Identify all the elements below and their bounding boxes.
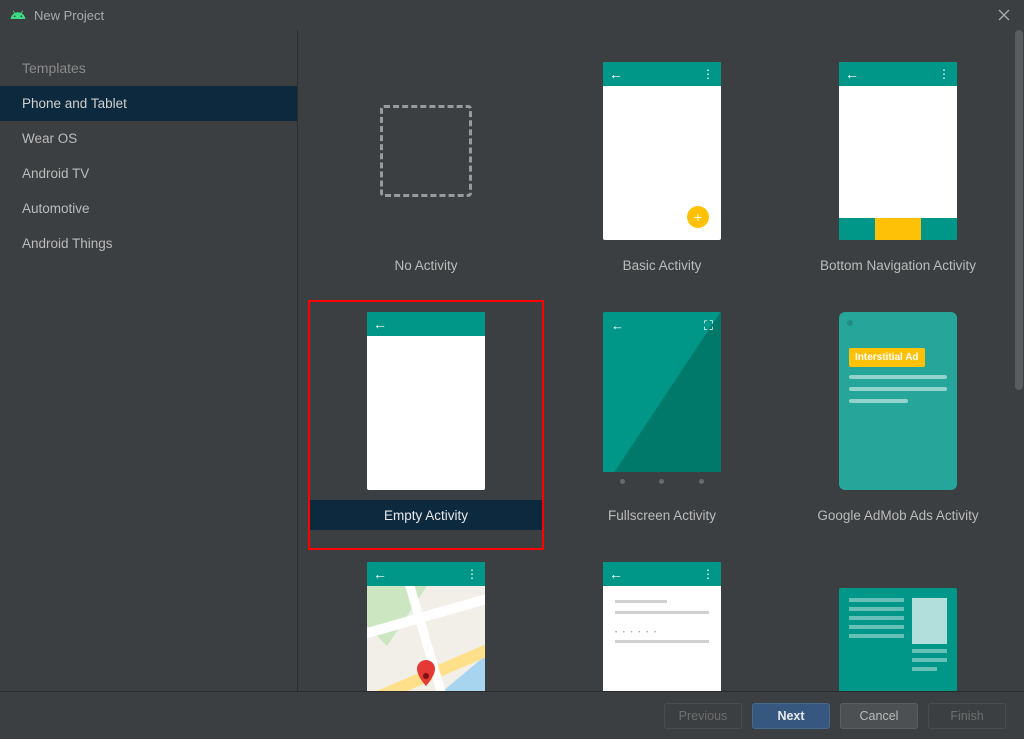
template-gallery: No Activity ←⋮ + Basic Activity ←⋮ [298, 30, 1024, 691]
sidebar-item-label: Android Things [22, 236, 113, 251]
template-thumbnail [367, 62, 485, 240]
sidebar-item-phone-tablet[interactable]: Phone and Tablet [0, 86, 297, 121]
dialog-footer: Previous Next Cancel Finish [0, 691, 1024, 739]
sidebar-item-android-tv[interactable]: Android TV [0, 156, 297, 191]
ad-badge: Interstitial Ad [849, 348, 925, 367]
template-master-detail-flow[interactable]: Master/Detail Flow [780, 550, 1016, 691]
template-thumbnail: ← ⋮ + [603, 62, 721, 240]
android-icon [10, 7, 26, 23]
back-arrow-icon: ← [609, 566, 623, 582]
template-label: Bottom Navigation Activity [782, 250, 1014, 280]
sidebar-item-label: Android TV [22, 166, 89, 181]
scrollbar[interactable] [1014, 30, 1024, 390]
window-title: New Project [34, 8, 104, 23]
cancel-button[interactable]: Cancel [840, 703, 918, 729]
template-label: Google AdMob Ads Activity [782, 500, 1014, 530]
template-label: Empty Activity [310, 500, 542, 530]
overflow-menu-icon: ⋮ [702, 67, 715, 81]
dialog-body: Templates Phone and Tablet Wear OS Andro… [0, 30, 1024, 691]
sidebar-item-label: Wear OS [22, 131, 77, 146]
template-label: No Activity [310, 250, 542, 280]
template-thumbnail: Interstitial Ad [839, 312, 957, 490]
sidebar-heading: Templates [0, 50, 297, 86]
template-thumbnail: ←⋮ [367, 562, 485, 691]
template-maps-activity[interactable]: ←⋮ [308, 550, 544, 691]
template-label: Basic Activity [546, 250, 778, 280]
template-thumbnail [839, 562, 957, 691]
template-thumbnail: ←⋮ [839, 62, 957, 240]
finish-button: Finish [928, 703, 1006, 729]
template-thumbnail: ←⋮ • • • • • • [603, 562, 721, 691]
sidebar-item-automotive[interactable]: Automotive [0, 191, 297, 226]
template-basic-activity[interactable]: ← ⋮ + Basic Activity [544, 50, 780, 300]
sidebar: Templates Phone and Tablet Wear OS Andro… [0, 30, 298, 691]
template-admob-activity[interactable]: Interstitial Ad Google AdMob Ads Activit… [780, 300, 1016, 550]
template-login-activity[interactable]: ←⋮ • • • • • • Login Activity [544, 550, 780, 691]
sidebar-item-label: Automotive [22, 201, 90, 216]
fullscreen-icon: ⛶ [704, 318, 713, 334]
template-thumbnail: ←⛶ [603, 312, 721, 490]
overflow-menu-icon: ⋮ [702, 567, 715, 581]
new-project-dialog: New Project Templates Phone and Tablet W… [0, 0, 1024, 739]
fab-icon: + [687, 206, 709, 228]
back-arrow-icon: ← [373, 566, 387, 582]
titlebar: New Project [0, 0, 1024, 30]
overflow-menu-icon: ⋮ [466, 567, 479, 581]
template-fullscreen-activity[interactable]: ←⛶ Fullscreen Activity [544, 300, 780, 550]
template-bottom-navigation-activity[interactable]: ←⋮ Bottom Navigation Activity [780, 50, 1016, 300]
template-empty-activity[interactable]: ← Empty Activity [308, 300, 544, 550]
back-arrow-icon: ← [609, 66, 623, 82]
close-icon[interactable] [994, 5, 1014, 26]
sidebar-item-label: Phone and Tablet [22, 96, 127, 111]
template-no-activity[interactable]: No Activity [308, 50, 544, 300]
back-arrow-icon: ← [611, 318, 624, 334]
next-button[interactable]: Next [752, 703, 830, 729]
sidebar-item-android-things[interactable]: Android Things [0, 226, 297, 261]
sidebar-item-wear-os[interactable]: Wear OS [0, 121, 297, 156]
overflow-menu-icon: ⋮ [938, 67, 951, 81]
template-thumbnail: ← [367, 312, 485, 490]
previous-button: Previous [664, 703, 742, 729]
back-arrow-icon: ← [845, 66, 859, 82]
template-label: Fullscreen Activity [546, 500, 778, 530]
back-arrow-icon: ← [373, 316, 387, 332]
